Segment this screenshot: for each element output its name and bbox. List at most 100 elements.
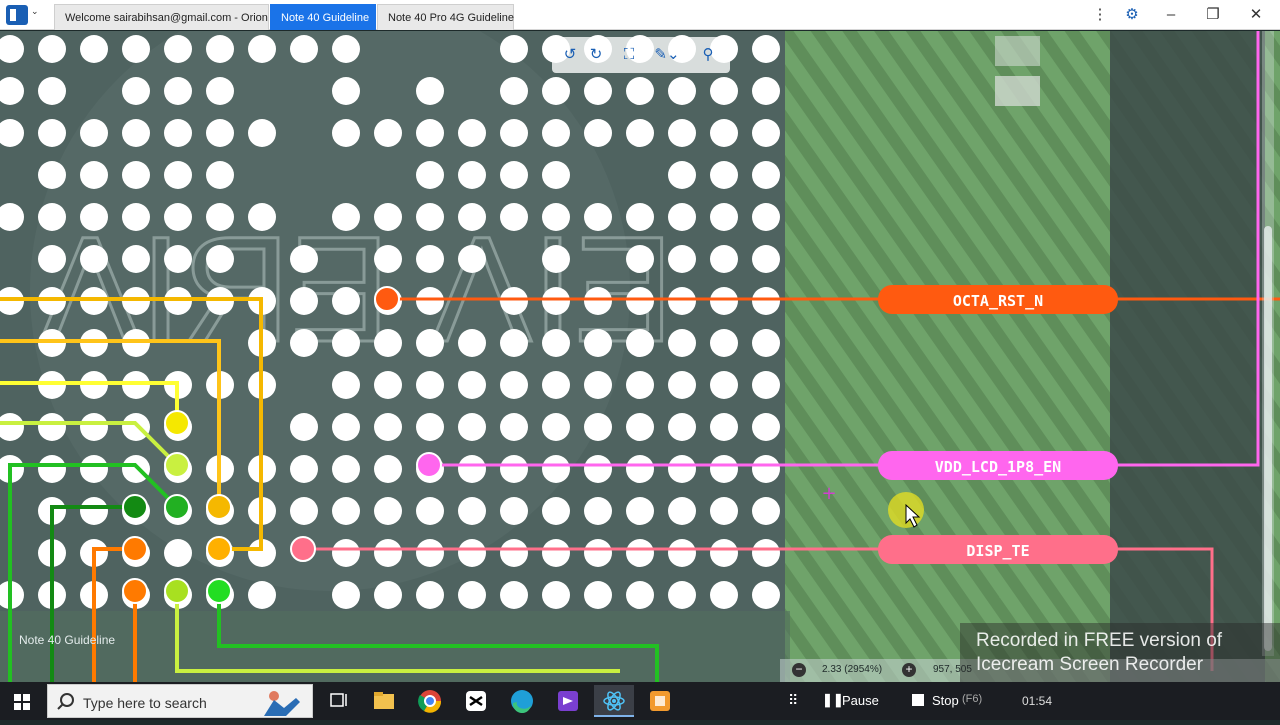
bga-ball: [416, 581, 444, 609]
bga-ball: [668, 287, 696, 315]
bga-ball: [122, 35, 150, 63]
bga-ball: [542, 455, 570, 483]
tab-note40-pro-guideline[interactable]: Note 40 Pro 4G Guideline: [377, 4, 514, 30]
bga-ball: [80, 497, 108, 525]
visual-studio-icon[interactable]: [548, 685, 588, 717]
bga-ball: [458, 161, 486, 189]
bga-ball: [248, 581, 276, 609]
vertical-scrollbar[interactable]: [1262, 31, 1274, 656]
rotate-left-icon[interactable]: ↺: [560, 45, 580, 65]
signal-label-text: VDD_LCD_1P8_EN: [935, 458, 1061, 476]
bga-ball: [710, 455, 738, 483]
bga-ball: [374, 455, 402, 483]
zoom-icon[interactable]: ⚲: [698, 45, 718, 65]
ball-vdd-lcd-1p8-en[interactable]: [416, 452, 442, 478]
bga-ball: [332, 287, 360, 315]
bga-ball: [38, 455, 66, 483]
ball-orange-2[interactable]: [122, 578, 148, 604]
zoom-out-icon[interactable]: −: [792, 663, 806, 677]
bga-ball: [164, 161, 192, 189]
fit-screen-icon[interactable]: ⛶: [619, 45, 639, 65]
bga-ball: [626, 119, 654, 147]
ball-dark-green[interactable]: [122, 494, 148, 520]
pause-icon[interactable]: ❚❚: [822, 692, 844, 708]
stop-icon[interactable]: [912, 694, 924, 706]
bga-ball: [38, 35, 66, 63]
schematic-viewer[interactable]: ɅIЯƎ ɅIƎ OCTA_RST_N VDD_LCD_1P8_EN DISP_…: [0, 31, 1280, 682]
bga-ball: [416, 119, 444, 147]
bga-ball: [416, 539, 444, 567]
signal-label-octa-rst-n[interactable]: OCTA_RST_N: [878, 285, 1118, 314]
rotate-right-icon[interactable]: ↻: [586, 45, 606, 65]
scrollbar-thumb[interactable]: [1264, 226, 1272, 651]
stop-hotkey: (F6): [962, 693, 983, 705]
search-placeholder: Type here to search: [83, 695, 207, 711]
bga-ball: [752, 455, 780, 483]
bga-ball: [206, 35, 234, 63]
bga-ball: [374, 329, 402, 357]
search-highlight-image: [264, 691, 300, 716]
bga-ball: [584, 413, 612, 441]
start-button[interactable]: [0, 682, 44, 720]
tab-welcome[interactable]: Welcome sairabihsan@gmail.com - Orion: [54, 4, 269, 30]
bga-ball: [290, 245, 318, 273]
bga-ball: [752, 35, 780, 63]
bga-ball: [80, 203, 108, 231]
recording-timer: 01:54: [1022, 694, 1053, 708]
bga-ball: [542, 245, 570, 273]
minimize-button[interactable]: –: [1156, 3, 1186, 27]
bga-ball: [626, 581, 654, 609]
bga-ball: [542, 497, 570, 525]
bga-ball: [332, 413, 360, 441]
recorder-controls: ⠿ ❚❚ Pause Stop (F6): [780, 682, 983, 720]
ball-lime-2[interactable]: [164, 578, 190, 604]
bga-ball: [38, 245, 66, 273]
ball-lime[interactable]: [164, 452, 190, 478]
ball-disp-te[interactable]: [290, 536, 316, 562]
ball-green-2[interactable]: [206, 578, 232, 604]
close-button[interactable]: ✕: [1241, 3, 1271, 27]
pause-button[interactable]: Pause: [842, 693, 879, 708]
bga-ball: [752, 371, 780, 399]
signal-label-disp-te[interactable]: DISP_TE: [878, 535, 1118, 564]
bga-ball: [38, 161, 66, 189]
zoom-in-icon[interactable]: +: [902, 663, 916, 677]
ball-green[interactable]: [164, 494, 190, 520]
bga-ball: [332, 119, 360, 147]
chrome-icon[interactable]: [410, 685, 450, 717]
ball-octa-rst-n[interactable]: [374, 286, 400, 312]
view-toolbar: ↺ ↻ ⛶ ✎⌄ ⚲: [552, 37, 730, 73]
bga-ball: [542, 119, 570, 147]
board-canvas[interactable]: ɅIЯƎ ɅIƎ OCTA_RST_N VDD_LCD_1P8_EN DISP_…: [0, 31, 1280, 682]
orion-icon[interactable]: [640, 685, 680, 717]
bga-ball: [584, 497, 612, 525]
electron-app-icon[interactable]: [594, 685, 634, 717]
drag-handle-icon[interactable]: ⠿: [788, 692, 798, 709]
ball-orange-yellow[interactable]: [206, 536, 232, 562]
bga-ball: [122, 203, 150, 231]
gear-icon[interactable]: ⚙: [1117, 3, 1147, 27]
restore-button[interactable]: ❐: [1198, 3, 1228, 27]
bga-ball: [710, 119, 738, 147]
bga-ball: [668, 497, 696, 525]
bga-ball: [332, 329, 360, 357]
bga-ball: [500, 161, 528, 189]
capcut-icon[interactable]: [456, 685, 496, 717]
taskbar-search-box[interactable]: Type here to search: [47, 684, 313, 718]
app-icon[interactable]: [6, 5, 28, 25]
pcb-pad: [995, 36, 1040, 66]
ball-yellow[interactable]: [164, 410, 190, 436]
signal-label-vdd-lcd-1p8-en[interactable]: VDD_LCD_1P8_EN: [878, 451, 1118, 480]
tab-note40-guideline[interactable]: Note 40 Guideline: [270, 4, 376, 30]
task-view-icon[interactable]: [318, 685, 358, 717]
stop-button[interactable]: Stop: [932, 693, 959, 708]
ball-orange[interactable]: [122, 536, 148, 562]
file-explorer-icon[interactable]: [364, 685, 404, 717]
measure-icon[interactable]: ✎⌄: [652, 45, 682, 65]
vertical-dots-icon[interactable]: ⋮: [1085, 3, 1115, 27]
bga-ball: [584, 329, 612, 357]
edge-icon[interactable]: [502, 685, 542, 717]
ball-amber[interactable]: [206, 494, 232, 520]
bga-ball: [542, 203, 570, 231]
app-menu-chevron-icon[interactable]: ⌄: [31, 6, 39, 17]
